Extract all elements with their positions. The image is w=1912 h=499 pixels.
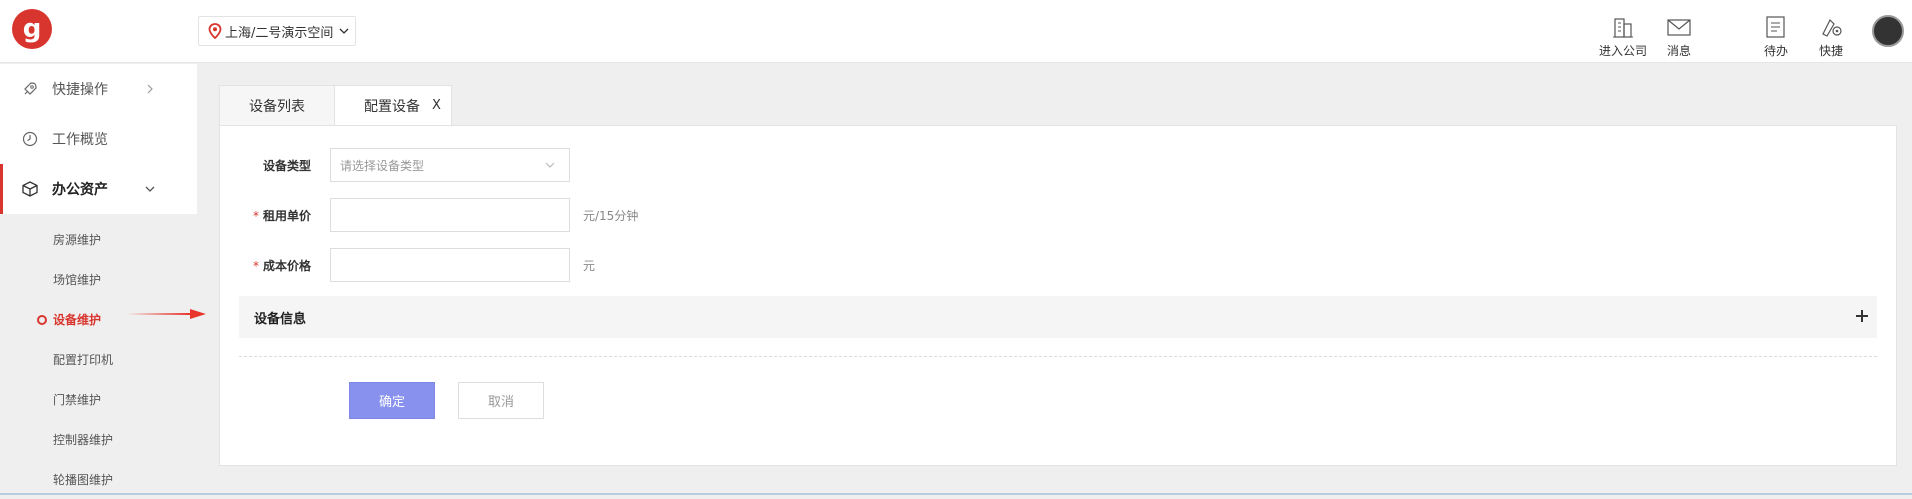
submenu-item-controller[interactable]: 控制器维护 (0, 419, 197, 459)
office-assets-submenu: 房源维护 场馆维护 设备维护 配置打印机 门禁维护 控制器维护 轮播图维护 (0, 214, 197, 495)
submenu-item-access-control[interactable]: 门禁维护 (0, 379, 197, 419)
enter-company-button[interactable]: 进入公司 (1599, 14, 1647, 59)
cost-price-label: * 成本价格 (220, 257, 330, 274)
chevron-down-icon (339, 28, 349, 34)
shortcut-button[interactable]: 快捷 (1818, 14, 1844, 59)
field-label-text: 租用单价 (262, 208, 311, 223)
device-type-row: 设备类型 请选择设备类型 (220, 148, 570, 182)
active-dot-icon (37, 315, 47, 325)
cancel-button[interactable]: 取消 (458, 382, 544, 419)
submenu-item-label: 场馆维护 (53, 272, 102, 287)
form-card: 设备类型 请选择设备类型 * 租用单价 元/15分钟 * 成本价格 元 设备信息… (219, 125, 1897, 466)
required-mark: * (252, 208, 259, 223)
rent-price-row: * 租用单价 元/15分钟 (220, 198, 638, 232)
sidebar-item-office-assets[interactable]: 办公资产 (0, 164, 197, 214)
required-mark: * (252, 258, 259, 273)
tab-label: 配置设备 (364, 98, 420, 115)
chevron-down-icon (545, 162, 555, 168)
tool-label: 待办 (1763, 44, 1788, 58)
main-panel: 设备列表 配置设备 X 设备类型 请选择设备类型 * 租用单价 元/15分钟 *… (219, 85, 1897, 466)
device-type-label: 设备类型 (220, 157, 330, 174)
tool-label: 进入公司 (1599, 44, 1648, 58)
submenu-item-label: 配置打印机 (53, 352, 114, 367)
close-icon[interactable]: X (432, 98, 441, 113)
device-type-select[interactable]: 请选择设备类型 (330, 148, 570, 182)
tab-label: 设备列表 (249, 98, 305, 115)
clock-icon (22, 131, 38, 147)
cost-price-unit: 元 (583, 258, 596, 273)
rent-price-unit: 元/15分钟 (583, 208, 639, 223)
rent-price-input[interactable] (330, 198, 570, 232)
sidebar: 快捷操作 工作概览 办公资产 房源维护 场馆维护 设备维护 配置打印机 门禁维护… (0, 64, 197, 495)
sidebar-item-label: 办公资产 (52, 182, 108, 198)
mail-icon (1667, 19, 1691, 36)
submenu-item-venue[interactable]: 场馆维护 (0, 259, 197, 299)
submenu-item-label: 控制器维护 (53, 432, 114, 447)
section-title: 设备信息 (254, 311, 307, 327)
sidebar-item-label: 快捷操作 (52, 82, 108, 98)
submenu-item-label: 设备维护 (53, 312, 102, 327)
device-info-section[interactable]: 设备信息 (239, 296, 1877, 338)
top-header: g 上海/二号演示空间 进入公司 消息 待办 快捷 (0, 0, 1912, 63)
submenu-item-printer[interactable]: 配置打印机 (0, 339, 197, 379)
tool-label: 快捷 (1818, 44, 1843, 58)
cost-price-input[interactable] (330, 248, 570, 282)
location-selector[interactable]: 上海/二号演示空间 (198, 16, 356, 46)
submenu-item-label: 房源维护 (53, 232, 102, 247)
location-pin-icon (208, 23, 222, 39)
chevron-right-icon (147, 84, 153, 94)
todo-button[interactable]: 待办 (1763, 14, 1789, 59)
confirm-button[interactable]: 确定 (349, 382, 435, 419)
messages-button[interactable]: 消息 (1666, 14, 1692, 59)
annotation-arrow-icon (124, 309, 206, 319)
tool-label: 消息 (1666, 44, 1691, 58)
sidebar-item-quick-actions[interactable]: 快捷操作 (0, 64, 197, 114)
field-label-text: 设备类型 (262, 158, 311, 173)
logo[interactable]: g (12, 9, 52, 49)
field-label-text: 成本价格 (262, 258, 311, 273)
plus-icon[interactable] (1855, 309, 1869, 323)
submenu-item-property[interactable]: 房源维护 (0, 219, 197, 259)
sidebar-item-label: 工作概览 (52, 132, 108, 148)
todo-icon (1766, 16, 1785, 38)
submenu-item-label: 门禁维护 (53, 392, 102, 407)
shortcut-icon (1822, 18, 1842, 37)
submenu-item-label: 轮播图维护 (53, 472, 114, 487)
box-icon (22, 181, 38, 197)
avatar[interactable] (1872, 15, 1904, 47)
divider (239, 356, 1877, 357)
cost-price-row: * 成本价格 元 (220, 248, 595, 282)
tab-device-list[interactable]: 设备列表 (219, 85, 335, 125)
location-label: 上海/二号演示空间 (225, 25, 334, 41)
sidebar-item-work-overview[interactable]: 工作概览 (0, 114, 197, 164)
chevron-down-icon (145, 186, 155, 192)
tab-configure-device[interactable]: 配置设备 X (335, 85, 452, 125)
rocket-icon (24, 82, 37, 95)
select-placeholder: 请选择设备类型 (340, 158, 425, 173)
rent-price-label: * 租用单价 (220, 207, 330, 224)
tab-bar: 设备列表 配置设备 X (219, 85, 452, 125)
building-icon (1613, 18, 1633, 38)
